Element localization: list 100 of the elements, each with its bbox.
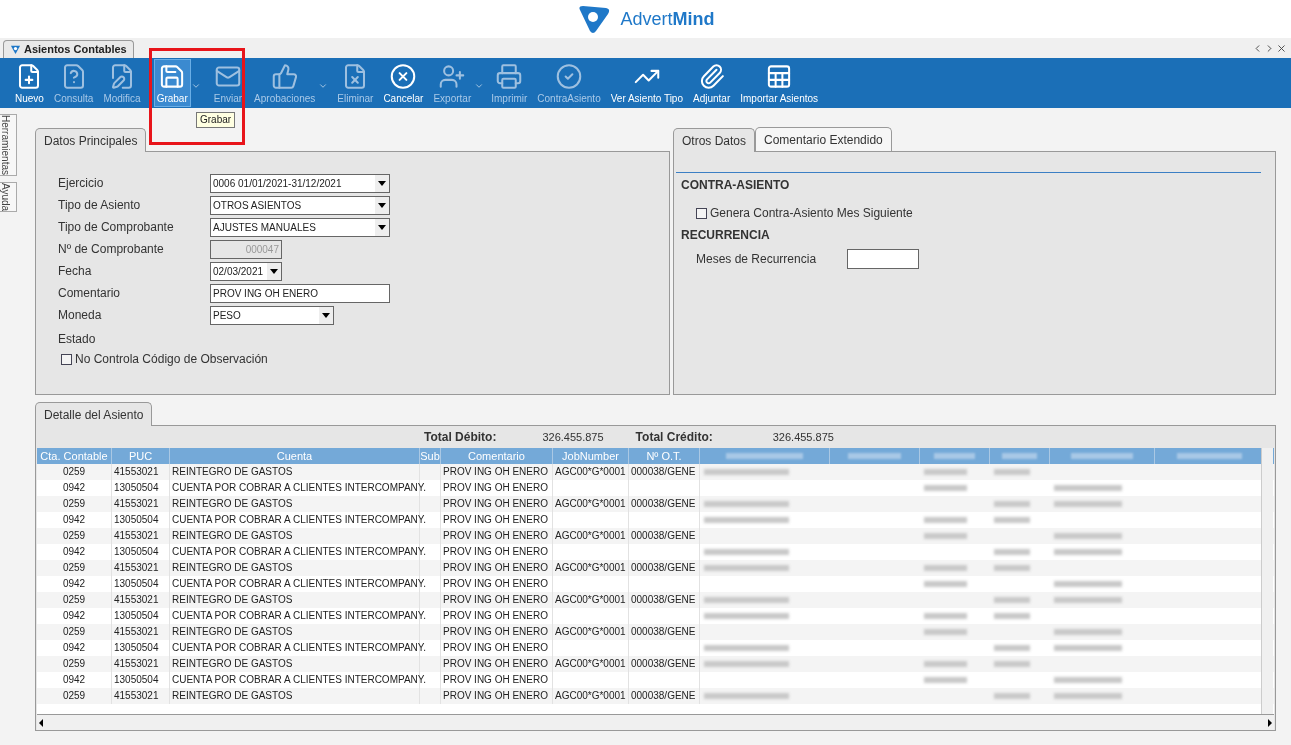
table-cell: REINTEGRO DE GASTOS: [172, 658, 293, 669]
blurred-text: [994, 597, 1031, 603]
side-tab[interactable]: Ayuda: [0, 182, 17, 213]
total-value: 326.455.875: [542, 429, 604, 445]
field-label: Nº de Comprobante: [58, 241, 165, 258]
input-field[interactable]: [847, 249, 919, 269]
table-cell: PROV ING OH ENERO: [443, 642, 548, 653]
field-label: Moneda: [58, 307, 103, 324]
table-cell: 000038/GENE: [631, 658, 696, 669]
checkbox-label: No Controla Código de Observación: [75, 351, 268, 368]
brand-name: AdvertMind: [620, 7, 715, 31]
blurred-text: [924, 517, 968, 523]
table-cell: 000038/GENE: [631, 530, 696, 541]
table-cell: PROV ING OH ENERO: [443, 530, 548, 541]
toolbar-button[interactable]: Adjuntar: [690, 59, 734, 107]
toolbar-button[interactable]: Nuevo: [12, 59, 47, 107]
section-heading: CONTRA-ASIENTO: [680, 177, 791, 194]
cancel-icon: [389, 63, 418, 90]
field-label: Tipo de Asiento: [58, 197, 142, 214]
table-cell: 0942: [62, 610, 86, 621]
table-cell: 41553021: [114, 466, 159, 477]
table-cell: AGC00*G*0001: [555, 562, 626, 573]
table-cell: 41553021: [114, 594, 159, 605]
dropdown-field[interactable]: OTROS ASIENTOS: [210, 195, 390, 215]
horizontal-scrollbar[interactable]: [37, 714, 1274, 730]
blurred-text: [924, 613, 968, 619]
tab[interactable]: Datos Principales: [35, 128, 147, 152]
dropdown-field[interactable]: 0006 01/01/2021-31/12/2021: [210, 173, 390, 193]
table-cell: 0942: [62, 642, 86, 653]
blurred-header: [1001, 453, 1038, 459]
logo-icon: [10, 44, 21, 55]
table-cell: 000038/GENE: [631, 466, 696, 477]
table-cell: AGC00*G*0001: [555, 594, 626, 605]
tab[interactable]: Detalle del Asiento: [35, 402, 153, 426]
toolbar-button[interactable]: Ver Asiento Tipo: [607, 59, 686, 107]
table-cell: CUENTA POR COBRAR A CLIENTES INTERCOMPANY.: [172, 610, 426, 621]
checkbox[interactable]: [696, 207, 707, 219]
table-cell: 0942: [62, 514, 86, 525]
total-label: Total Crédito:: [635, 429, 713, 446]
side-tab[interactable]: Herramientas: [0, 114, 17, 177]
table-cell: PROV ING OH ENERO: [443, 546, 548, 557]
checkbox[interactable]: [61, 353, 72, 365]
blurred-text: [994, 517, 1031, 523]
table-cell: 13050504: [114, 610, 159, 621]
table-cell: PROV ING OH ENERO: [443, 658, 548, 669]
table-cell: AGC00*G*0001: [555, 658, 626, 669]
scroll-left-icon[interactable]: [39, 718, 43, 727]
blurred-text: [994, 501, 1031, 507]
field-label: Fecha: [58, 263, 93, 280]
check-circle-icon: [555, 63, 583, 90]
section-heading: RECURRENCIA: [680, 227, 771, 244]
table-cell: CUENTA POR COBRAR A CLIENTES INTERCOMPANY.: [172, 674, 426, 685]
scroll-right-icon[interactable]: [1268, 718, 1272, 727]
table-cell: REINTEGRO DE GASTOS: [172, 626, 293, 637]
toolbar-button[interactable]: Cancelar: [380, 59, 427, 107]
table-cell: PROV ING OH ENERO: [443, 690, 548, 701]
table-cell: 13050504: [114, 546, 159, 557]
field-label: Ejercicio: [58, 175, 105, 192]
table-cell: 0259: [62, 466, 86, 477]
checkbox-label: Genera Contra-Asiento Mes Siguiente: [710, 205, 913, 222]
vertical-scrollbar[interactable]: [1261, 448, 1273, 714]
close-icon[interactable]: [1276, 42, 1287, 54]
table-cell: REINTEGRO DE GASTOS: [172, 562, 293, 573]
tab[interactable]: Comentario Extendido: [755, 127, 892, 151]
input-field[interactable]: PROV ING OH ENERO: [210, 283, 390, 303]
blurred-text: [994, 661, 1031, 667]
table-cell: 000038/GENE: [631, 690, 696, 701]
total-label: Total Débito:: [424, 429, 497, 446]
table-cell: 41553021: [114, 562, 159, 573]
dropdown-field[interactable]: 02/03/2021: [210, 261, 282, 281]
table-cell: REINTEGRO DE GASTOS: [172, 594, 293, 605]
table-cell: PROV ING OH ENERO: [443, 562, 548, 573]
table-cell: PROV ING OH ENERO: [443, 674, 548, 685]
toolbar-button[interactable]: Importar Asientos: [737, 59, 822, 107]
document-tab[interactable]: Asientos Contables: [3, 40, 134, 58]
caret-icon[interactable]: [190, 81, 201, 91]
table-cell: PROV ING OH ENERO: [443, 594, 548, 605]
blurred-text: [994, 613, 1031, 619]
blurred-text: [1054, 645, 1122, 651]
total-value: 326.455.875: [772, 429, 834, 445]
dropdown-field[interactable]: PESO: [210, 305, 334, 325]
tooltip: Grabar: [196, 112, 236, 128]
table-cell: 41553021: [114, 498, 159, 509]
table-cell: 000038/GENE: [631, 562, 696, 573]
table-cell: 41553021: [114, 658, 159, 669]
blurred-text: [1054, 485, 1122, 491]
toolbar-button[interactable]: Grabar: [153, 59, 191, 107]
blurred-header: [847, 453, 902, 459]
blurred-text: [924, 581, 968, 587]
blurred-text: [1054, 629, 1122, 635]
table-cell: 000038/GENE: [631, 498, 696, 509]
table-cell: 0259: [62, 690, 86, 701]
tab[interactable]: Otros Datos: [673, 128, 756, 152]
table-cell: 000038/GENE: [631, 594, 696, 605]
table-cell: CUENTA POR COBRAR A CLIENTES INTERCOMPANY.: [172, 482, 426, 493]
table-cell: 0259: [62, 594, 86, 605]
table-cell: PROV ING OH ENERO: [443, 514, 548, 525]
field-label: Meses de Recurrencia: [696, 251, 818, 268]
blurred-text: [1054, 581, 1122, 587]
dropdown-field[interactable]: AJUSTES MANUALES: [210, 217, 390, 237]
